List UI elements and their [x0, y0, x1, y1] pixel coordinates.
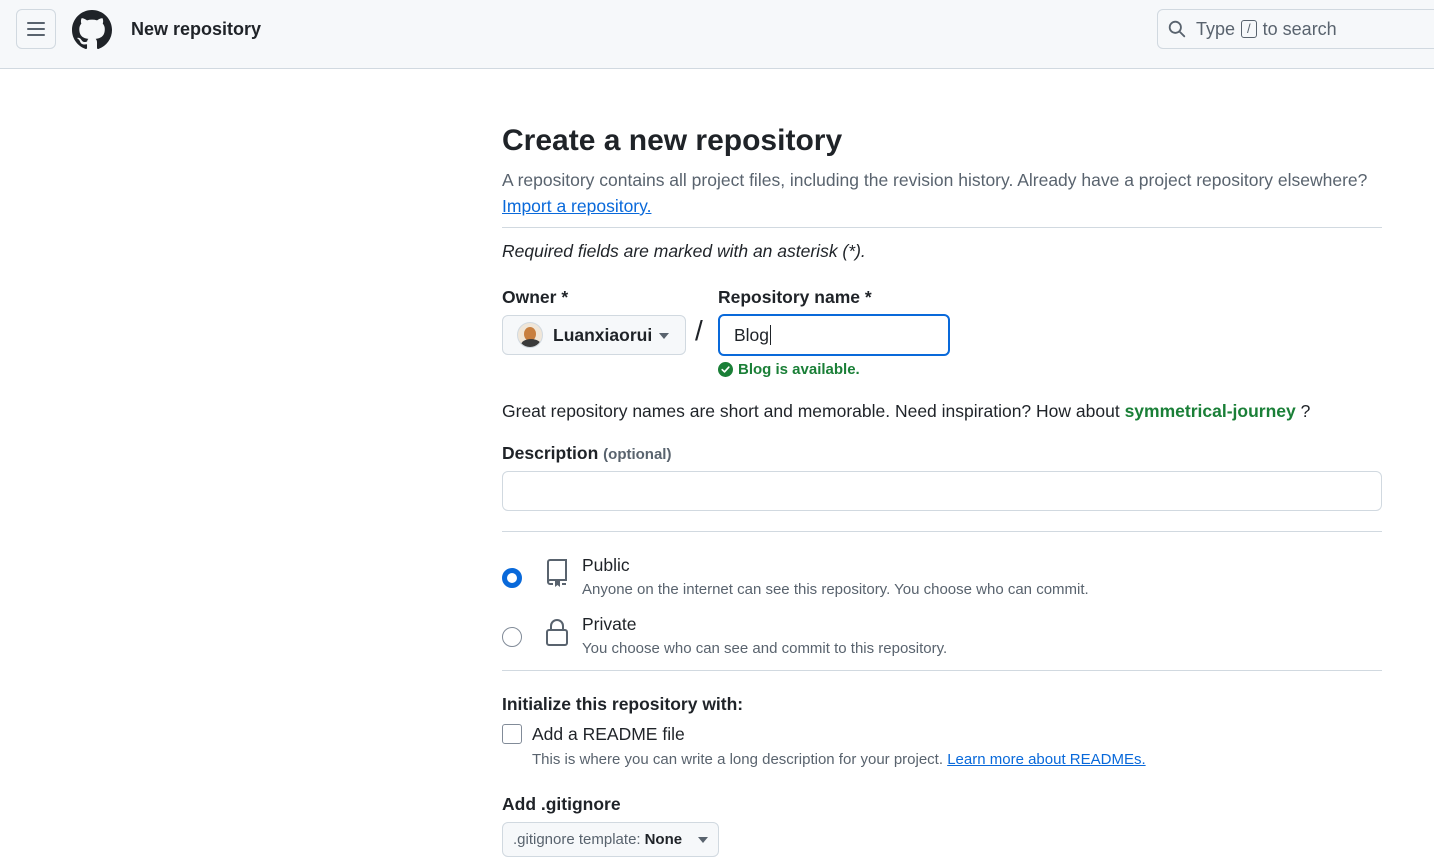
check-circle-icon	[718, 362, 733, 377]
divider	[502, 531, 1382, 532]
gitignore-template-select[interactable]: .gitignore template: None	[502, 822, 719, 857]
avatar	[517, 322, 543, 348]
availability-text: Blog is available.	[738, 361, 860, 378]
chevron-down-icon	[698, 837, 708, 843]
name-hint: Great repository names are short and mem…	[502, 401, 1310, 422]
lead-text: A repository contains all project files,…	[502, 170, 1368, 190]
app-header: New repository Type / to search	[0, 0, 1434, 69]
description-label-text: Description	[502, 443, 599, 463]
search-shortcut-key: /	[1241, 20, 1257, 38]
search-placeholder-before: Type	[1196, 18, 1236, 39]
optional-tag: (optional)	[603, 446, 672, 463]
public-option-desc: Anyone on the internet can see this repo…	[582, 581, 1089, 598]
owner-repo-separator: /	[695, 315, 703, 346]
menu-button[interactable]	[16, 9, 56, 49]
name-suggestion[interactable]: symmetrical-journey	[1125, 401, 1296, 421]
page-title: Create a new repository	[502, 124, 843, 157]
availability-status: Blog is available.	[718, 361, 860, 378]
gitignore-value: None	[644, 831, 683, 848]
required-note: Required fields are marked with an aster…	[502, 241, 866, 261]
public-option-title[interactable]: Public	[582, 555, 630, 576]
search-input[interactable]: Type / to search	[1157, 9, 1434, 49]
initialize-heading: Initialize this repository with:	[502, 694, 744, 714]
github-logo-icon[interactable]	[72, 10, 112, 50]
gitignore-heading: Add .gitignore	[502, 794, 621, 814]
owner-label: Owner *	[502, 287, 569, 307]
repo-name-input[interactable]: Blog	[718, 314, 950, 356]
gitignore-prefix: .gitignore template:	[513, 831, 641, 848]
lock-icon	[546, 619, 568, 646]
hint-suffix: ?	[1300, 401, 1311, 421]
public-radio[interactable]	[502, 568, 522, 588]
description-label: Description (optional)	[502, 443, 671, 464]
chevron-down-icon	[659, 333, 669, 339]
readme-checkbox[interactable]	[502, 724, 522, 744]
repo-name-label: Repository name *	[718, 287, 872, 307]
divider	[502, 670, 1382, 671]
readme-description: This is where you can write a long descr…	[532, 751, 1146, 768]
owner-value: Luanxiaorui	[553, 324, 653, 345]
private-option-title[interactable]: Private	[582, 614, 636, 635]
search-placeholder-after: to search	[1262, 18, 1337, 39]
text-cursor	[770, 325, 772, 345]
private-radio[interactable]	[502, 627, 522, 647]
repo-name-value: Blog	[734, 324, 770, 345]
learn-more-readmes-link[interactable]: Learn more about READMEs.	[947, 751, 1145, 768]
header-title: New repository	[131, 19, 262, 39]
page-lead: A repository contains all project files,…	[502, 167, 1402, 219]
repo-icon	[547, 559, 567, 587]
readme-label[interactable]: Add a README file	[532, 724, 685, 745]
private-option-desc: You choose who can see and commit to thi…	[582, 640, 948, 657]
hamburger-icon	[27, 22, 45, 36]
owner-select[interactable]: Luanxiaorui	[502, 315, 686, 355]
description-input[interactable]	[502, 471, 1382, 511]
readme-desc-text: This is where you can write a long descr…	[532, 751, 944, 768]
search-icon	[1168, 20, 1186, 38]
hint-text: Great repository names are short and mem…	[502, 401, 1120, 421]
divider	[502, 227, 1382, 228]
import-repository-link[interactable]: Import a repository.	[502, 196, 651, 216]
